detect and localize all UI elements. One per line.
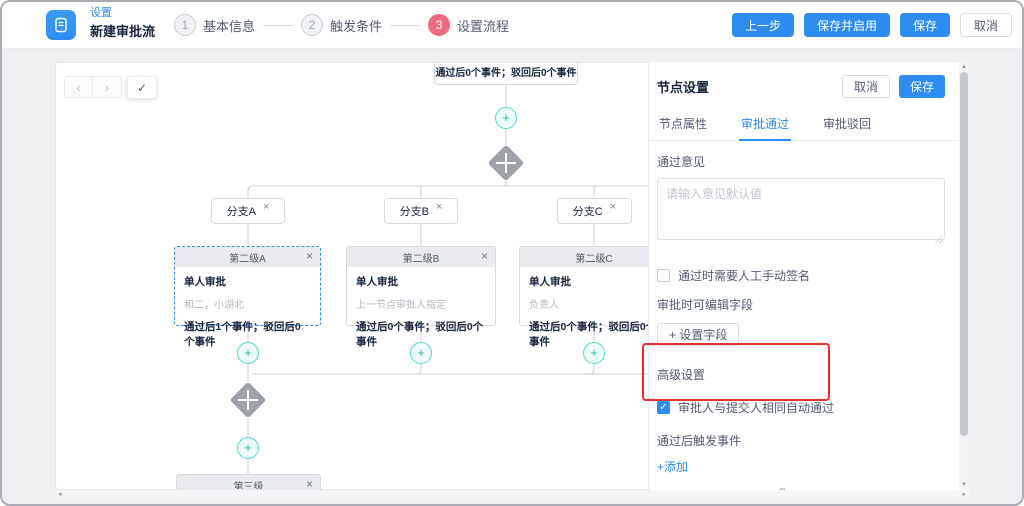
approval-type: 单人审批 xyxy=(529,274,659,289)
redo-button[interactable]: › xyxy=(93,76,122,98)
branch-label: 分支A xyxy=(227,203,256,219)
step-connector xyxy=(390,25,420,26)
scroll-down-arrow-icon[interactable]: ▼ xyxy=(959,482,969,488)
prev-step-button[interactable]: 上一步 xyxy=(732,13,794,37)
document-icon xyxy=(53,17,69,33)
auto-pass-checkbox[interactable]: ✓ xyxy=(657,401,670,414)
add-node-button[interactable]: + xyxy=(495,107,517,129)
panel-save-button[interactable]: 保存 xyxy=(899,75,945,98)
tab-node-properties[interactable]: 节点属性 xyxy=(657,107,709,140)
app-window: 设置 新建审批流 1 基本信息 2 触发条件 3 设置流程 上一步 保存并启用 … xyxy=(0,0,1024,506)
app-logo xyxy=(46,10,76,40)
add-node-button[interactable]: + xyxy=(410,342,432,364)
card-body: 单人审批 负责人 通过后0个事件；驳回后0个事件 xyxy=(520,267,668,349)
auto-pass-label: 审批人与提交人相同自动通过 xyxy=(678,399,834,416)
node-settings-panel: 节点设置 取消 保存 节点属性 审批通过 审批驳回 通过意见 通过时需要人工手动… xyxy=(648,62,959,490)
add-node-button[interactable]: + xyxy=(583,342,605,364)
tab-approval-reject[interactable]: 审批驳回 xyxy=(821,107,873,140)
close-icon[interactable]: × xyxy=(481,249,488,263)
branch-node-b[interactable]: 分支B × xyxy=(384,198,458,224)
step-1-circle: 1 xyxy=(174,14,196,36)
advanced-settings-label: 高级设置 xyxy=(657,366,945,383)
approver-names: 和二，小湖北 xyxy=(184,296,311,311)
step-3-circle: 3 xyxy=(428,14,450,36)
panel-cancel-button[interactable]: 取消 xyxy=(842,75,890,98)
manual-sign-label: 通过时需要人工手动签名 xyxy=(678,267,810,284)
scrollbar-thumb[interactable] xyxy=(960,72,968,436)
undo-button[interactable]: ‹ xyxy=(64,76,93,98)
close-icon[interactable]: × xyxy=(263,201,269,213)
canvas-horizontal-scrollbar[interactable]: ◂ ▸ xyxy=(55,490,969,499)
wizard-steps: 1 基本信息 2 触发条件 3 设置流程 xyxy=(174,2,517,48)
trash-icon[interactable] xyxy=(777,487,959,490)
app-label: 设置 xyxy=(90,8,155,19)
card-header: 第二级B × xyxy=(347,247,495,267)
card-header: 第二级A × xyxy=(175,247,320,267)
step-connector xyxy=(263,25,293,26)
card-body: 单人审批 和二，小湖北 通过后1个事件；驳回后0个事件 xyxy=(175,267,320,349)
canvas-toolbar: ‹ › ✓ xyxy=(64,76,157,99)
manual-sign-row: 通过时需要人工手动签名 xyxy=(657,267,945,284)
approval-card-a[interactable]: 第二级A × 单人审批 和二，小湖北 通过后1个事件；驳回后0个事件 xyxy=(174,246,321,326)
gateway-cross-icon xyxy=(235,387,261,413)
gateway-cross-icon xyxy=(493,150,519,176)
editable-fields-label: 审批时可编辑字段 xyxy=(657,296,945,313)
save-button[interactable]: 保存 xyxy=(900,13,950,37)
panel-tabs: 节点属性 审批通过 审批驳回 xyxy=(649,107,959,141)
comment-label: 通过意见 xyxy=(657,153,945,170)
scroll-left-arrow-icon[interactable]: ◂ xyxy=(58,491,62,498)
close-icon[interactable]: × xyxy=(306,249,313,263)
card-header: 第三级 × xyxy=(177,475,320,490)
page-title: 新建审批流 xyxy=(90,25,155,38)
card-title: 第二级A xyxy=(175,250,320,265)
panel-scrollbar[interactable]: ▲ ▼ xyxy=(959,62,969,490)
step-3-label: 设置流程 xyxy=(457,16,509,35)
close-icon[interactable]: × xyxy=(306,477,313,490)
branch-label: 分支C xyxy=(573,203,603,219)
close-icon[interactable]: × xyxy=(610,201,616,213)
panel-header: 节点设置 取消 保存 xyxy=(649,62,959,98)
step-1-label: 基本信息 xyxy=(203,16,255,35)
approver-names: 负责人 xyxy=(529,296,659,311)
branch-label: 分支B xyxy=(400,203,429,219)
header: 设置 新建审批流 1 基本信息 2 触发条件 3 设置流程 上一步 保存并启用 … xyxy=(2,2,1022,49)
save-and-enable-button[interactable]: 保存并启用 xyxy=(804,13,890,37)
start-node[interactable]: 通过后0个事件；驳回后0个事件 xyxy=(434,62,578,85)
approval-card-b[interactable]: 第二级B × 单人审批 上一节点审批人指定 通过后0个事件；驳回后0个事件 xyxy=(346,246,496,326)
add-node-button[interactable]: + xyxy=(237,437,259,459)
cancel-button[interactable]: 取消 xyxy=(960,13,1012,37)
card-title: 第三级 xyxy=(177,478,320,491)
scroll-right-arrow-icon[interactable]: ▸ xyxy=(962,491,966,498)
auto-pass-row: ✓ 审批人与提交人相同自动通过 xyxy=(657,399,945,416)
card-title: 第二级B xyxy=(347,250,495,265)
add-event-link[interactable]: +添加 xyxy=(657,458,945,475)
comment-field-wrap xyxy=(657,178,945,245)
branch-node-a[interactable]: 分支A × xyxy=(211,198,285,224)
approver-names: 上一节点审批人指定 xyxy=(356,296,486,311)
header-titles: 设置 新建审批流 xyxy=(90,8,155,38)
close-icon[interactable]: × xyxy=(436,201,442,213)
card-body: 单人审批 上一节点审批人指定 通过后0个事件；驳回后0个事件 xyxy=(347,267,495,349)
branch-node-c[interactable]: 分支C × xyxy=(557,198,632,224)
step-2-label: 触发条件 xyxy=(330,16,382,35)
tab-approval-pass[interactable]: 审批通过 xyxy=(739,107,791,141)
step-2-circle: 2 xyxy=(301,14,323,36)
scroll-up-arrow-icon[interactable]: ▲ xyxy=(959,64,969,70)
after-pass-events-label: 通过后触发事件 xyxy=(657,432,945,449)
card-header: 第二级C × xyxy=(520,247,668,267)
add-node-button[interactable]: + xyxy=(237,342,259,364)
third-level-node[interactable]: 第三级 × xyxy=(176,474,321,490)
panel-title: 节点设置 xyxy=(657,77,842,96)
approval-type: 单人审批 xyxy=(184,274,311,289)
header-actions: 上一步 保存并启用 保存 取消 xyxy=(732,13,1012,37)
set-fields-button[interactable]: + 设置字段 xyxy=(657,323,739,346)
validate-button[interactable]: ✓ xyxy=(127,76,157,99)
approval-type: 单人审批 xyxy=(356,274,486,289)
manual-sign-checkbox[interactable] xyxy=(657,269,670,282)
card-title: 第二级C xyxy=(520,250,668,265)
approval-card-c[interactable]: 第二级C × 单人审批 负责人 通过后0个事件；驳回后0个事件 xyxy=(519,246,669,326)
comment-textarea[interactable] xyxy=(657,178,945,240)
